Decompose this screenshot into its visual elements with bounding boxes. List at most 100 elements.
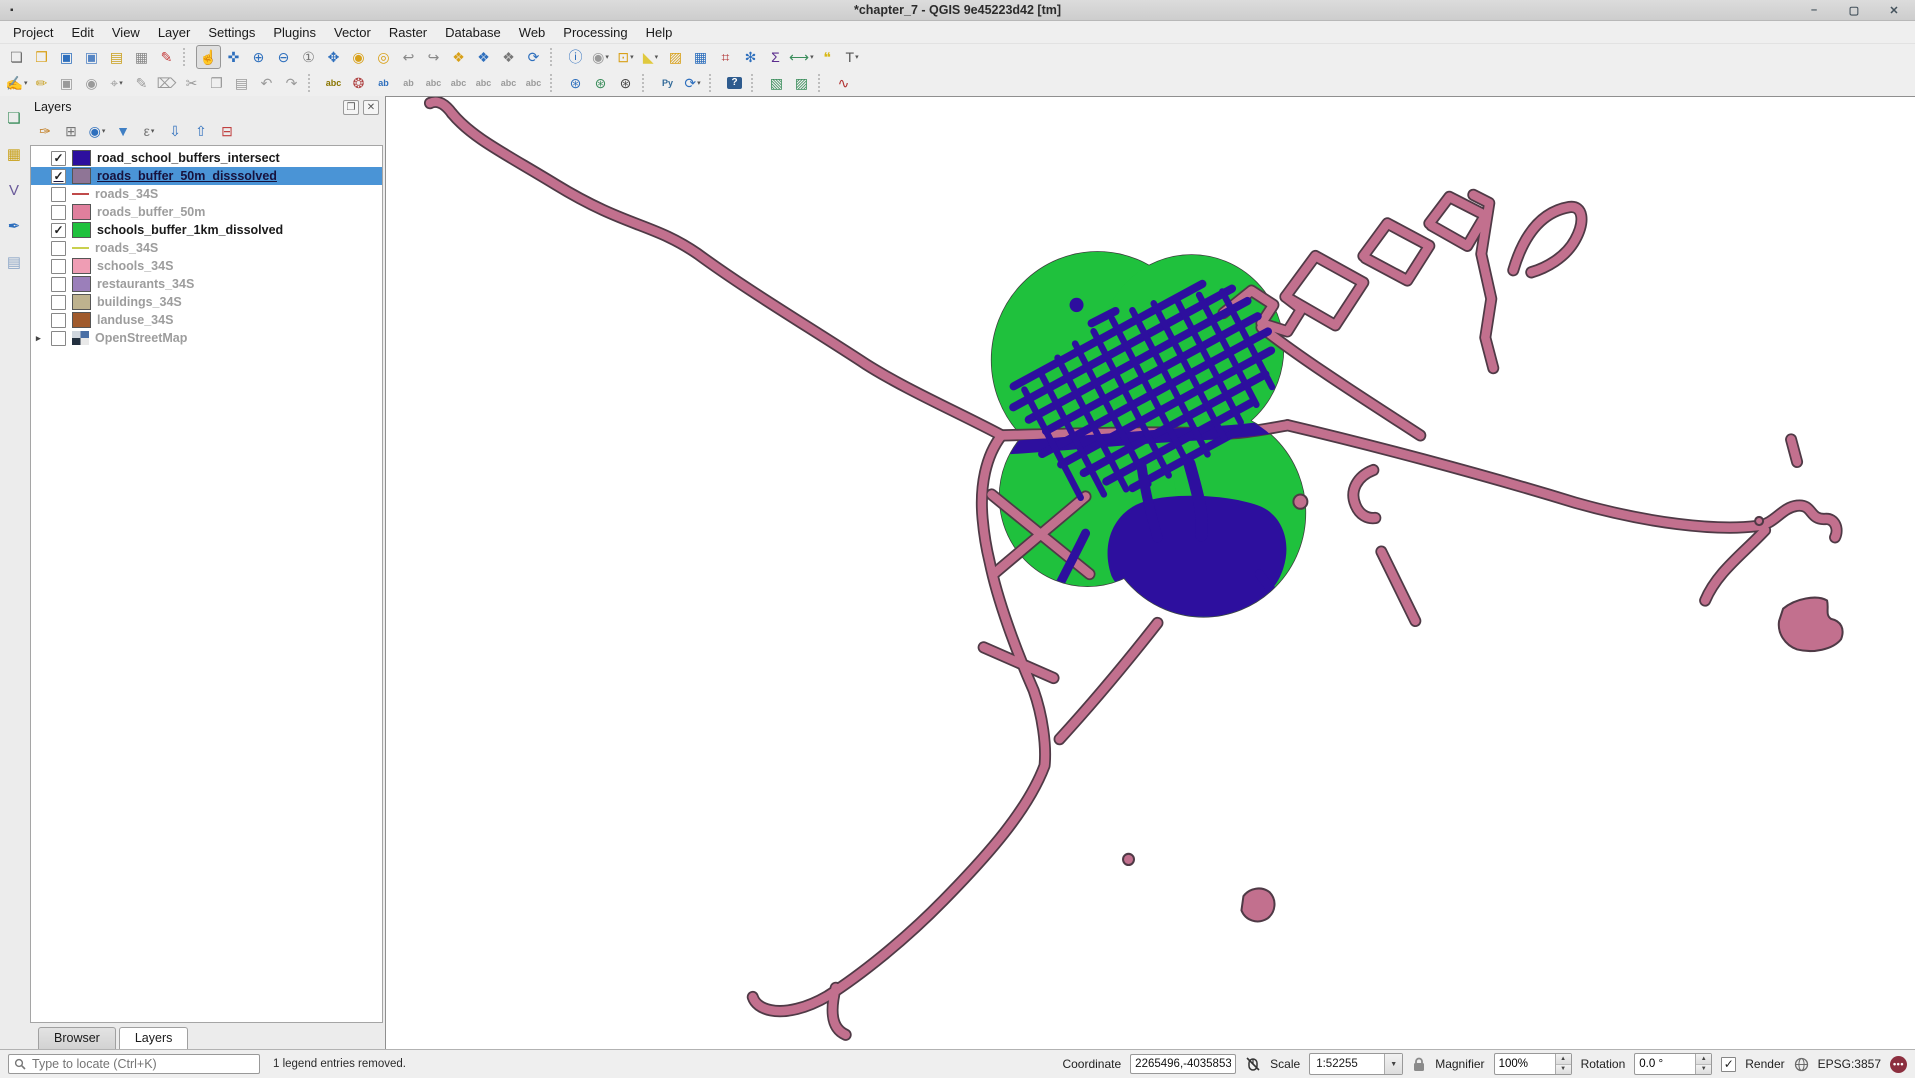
add-database-layer-button[interactable]: ▤ [2,250,27,274]
layer-visibility-checkbox[interactable]: ✓ [51,151,66,166]
add-raster-layer-button[interactable]: ▦ [2,142,27,166]
locate-bar[interactable] [8,1054,260,1074]
multiedit-attributes-button[interactable]: ✎ [129,71,154,95]
tab-layers[interactable]: Layers [119,1027,189,1049]
menu-raster[interactable]: Raster [380,23,436,42]
processing-toolbox-button[interactable]: ✻ [738,45,763,69]
layer-diagram-button[interactable]: ❂ [346,71,371,95]
vertex-tool-button[interactable]: ⌖▾ [104,71,129,95]
menu-processing[interactable]: Processing [554,23,636,42]
layer-item[interactable]: ✓landuse_34S [31,311,382,329]
lock-scale-icon[interactable] [1412,1057,1426,1072]
copy-features-button[interactable]: ❐ [204,71,229,95]
menu-help[interactable]: Help [637,23,682,42]
magnifier-spinbox[interactable]: ▲▼ [1494,1053,1572,1075]
pin-unpin-labels-button[interactable]: abc [421,71,446,95]
layer-item[interactable]: ✓buildings_34S [31,293,382,311]
remove-layer-button[interactable]: ⊟ [215,119,239,143]
processing-history-button[interactable]: ⟳▾ [680,71,705,95]
dropdown-arrow-icon[interactable]: ▾ [810,53,814,61]
menu-view[interactable]: View [103,23,149,42]
magnifier-input[interactable] [1495,1058,1555,1070]
zoom-last-button[interactable]: ↩ [396,45,421,69]
layer-visibility-checkbox[interactable]: ✓ [51,331,66,346]
select-features-button[interactable]: ⊡▾ [613,45,638,69]
menu-layer[interactable]: Layer [149,23,200,42]
dropdown-arrow-icon[interactable]: ▾ [24,79,28,87]
layer-visibility-checkbox[interactable]: ✓ [51,169,66,184]
zoom-next-button[interactable]: ↪ [421,45,446,69]
menu-edit[interactable]: Edit [62,23,102,42]
layer-visibility-checkbox[interactable]: ✓ [51,277,66,292]
select-by-expression-button[interactable]: ◣▾ [638,45,663,69]
bookmark-manager-button[interactable]: ❖ [496,45,521,69]
scale-combo[interactable]: 1:52255 ▼ [1309,1053,1403,1075]
save-project-button[interactable]: ▣ [54,45,79,69]
crs-value[interactable]: EPSG:3857 [1818,1057,1881,1071]
locate-input[interactable] [30,1056,254,1072]
filter-by-expression-button[interactable]: ε▾ [137,119,161,143]
messages-icon[interactable]: ••• [1890,1056,1907,1073]
add-vector-layer-button[interactable]: V [2,178,27,202]
close-panel-icon[interactable]: ✕ [363,100,379,115]
save-project-as-button[interactable]: ▣ [79,45,104,69]
metasearch-button[interactable]: ⊛ [613,71,638,95]
layer-visibility-checkbox[interactable]: ✓ [51,187,66,202]
coordinate-input[interactable] [1130,1054,1236,1074]
layer-item[interactable]: ✓schools_buffer_1km_dissolved [31,221,382,239]
menu-database[interactable]: Database [436,23,510,42]
add-group-button[interactable]: ⊞ [59,119,83,143]
spinner-arrows-icon[interactable]: ▲▼ [1695,1054,1711,1074]
expand-all-button[interactable]: ⇩ [163,119,187,143]
toggle-editing-button[interactable]: ✏ [29,71,54,95]
delete-selected-button[interactable]: ⌦ [154,71,179,95]
help-contents-button[interactable]: ? [722,71,747,95]
layer-visibility-checkbox[interactable]: ✓ [51,205,66,220]
undo-button[interactable]: ↶ [254,71,279,95]
zoom-to-selection-button[interactable]: ◉ [346,45,371,69]
menu-settings[interactable]: Settings [199,23,264,42]
statistical-summary-button[interactable]: Σ [763,45,788,69]
paste-features-button[interactable]: ▤ [229,71,254,95]
refresh-button[interactable]: ⟳ [521,45,546,69]
dropdown-arrow-icon[interactable]: ▾ [151,127,155,135]
layer-visibility-checkbox[interactable]: ✓ [51,259,66,274]
data-source-manager-button[interactable]: ❏ [2,106,27,130]
float-panel-icon[interactable]: ❐ [343,100,359,115]
cut-features-button[interactable]: ✂ [179,71,204,95]
osm-place-search-button[interactable]: ▨ [789,71,814,95]
dropdown-arrow-icon[interactable]: ▾ [855,53,859,61]
menu-web[interactable]: Web [510,23,555,42]
layer-item[interactable]: ✓roads_34S [31,185,382,203]
menu-plugins[interactable]: Plugins [264,23,325,42]
text-annotation-button[interactable]: T▾ [840,45,865,69]
layer-item[interactable]: ✓schools_34S [31,257,382,275]
collapse-all-button[interactable]: ⇧ [189,119,213,143]
layer-item[interactable]: ✓roads_34S [31,239,382,257]
layer-labeling-button[interactable]: abc [321,71,346,95]
zoom-to-layer-button[interactable]: ◎ [371,45,396,69]
georeferencer-button[interactable]: ▧ [764,71,789,95]
layer-visibility-checkbox[interactable]: ✓ [51,295,66,310]
run-feature-action-button[interactable]: ◉▾ [588,45,613,69]
render-checkbox[interactable]: ✓ [1721,1057,1736,1072]
dropdown-arrow-icon[interactable]: ▾ [102,127,106,135]
zoom-native-button[interactable]: ① [296,45,321,69]
save-layer-edits-button[interactable]: ▣ [54,71,79,95]
rotation-spinbox[interactable]: ▲▼ [1634,1053,1712,1075]
identify-features-button[interactable]: ⓘ [563,45,588,69]
expander-icon[interactable]: ▸ [36,333,41,344]
dropdown-arrow-icon[interactable]: ▾ [605,53,609,61]
open-project-button[interactable]: ❒ [29,45,54,69]
extents-toggle-icon[interactable] [1245,1056,1261,1072]
minimize-button[interactable]: – [1807,4,1821,17]
layer-item[interactable]: ✓roads_buffer_50m [31,203,382,221]
add-delimited-text-button[interactable]: ✒ [2,214,27,238]
rotate-label-button[interactable]: abc [496,71,521,95]
chevron-down-icon[interactable]: ▼ [1384,1054,1402,1074]
field-calculator-button[interactable]: ⌗ [713,45,738,69]
show-hidden-labels-button[interactable]: abc [446,71,471,95]
layer-item[interactable]: ✓road_school_buffers_intersect [31,149,382,167]
move-label-button[interactable]: abc [471,71,496,95]
deselect-features-button[interactable]: ▨ [663,45,688,69]
